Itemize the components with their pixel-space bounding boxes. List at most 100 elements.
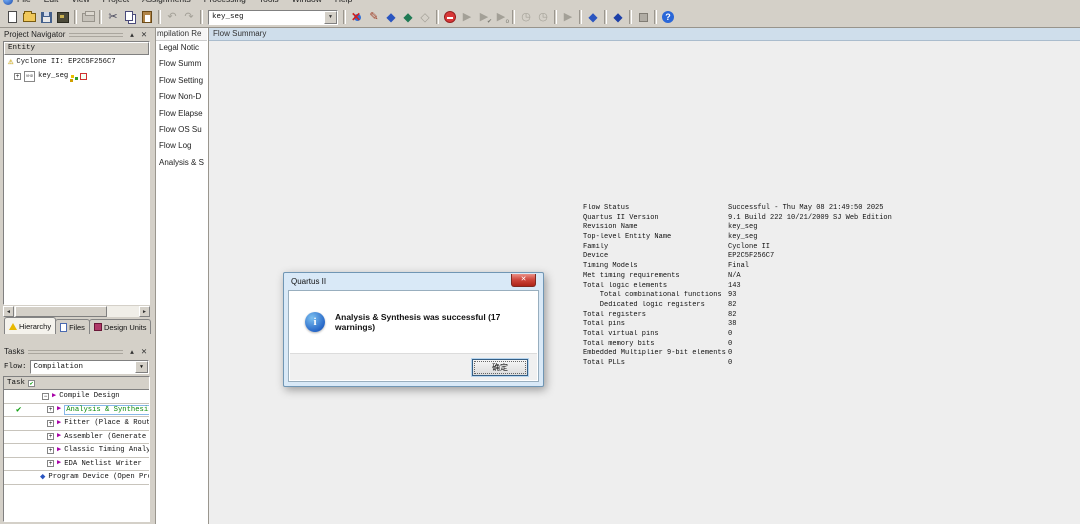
rerun-button[interactable]: ▶ [560,9,576,25]
help-button[interactable]: ? [660,9,676,25]
report-section-item[interactable]: Flow Non-D [156,90,207,106]
copy-button[interactable] [122,9,138,25]
panel-pin-button[interactable]: ▴ [127,30,137,40]
task-filter-icon[interactable]: ✔ [28,380,35,387]
pencil-icon: ✎ [369,12,378,23]
disabled-assign-button[interactable]: ◇ [417,9,433,25]
warning-icon: ⚠ [8,57,13,67]
flow-summary-label: Total memory bits [583,340,728,350]
toolbar-separator [158,10,161,24]
report-section-item[interactable]: Analysis & S [156,156,207,172]
report-section-item[interactable]: Flow Log [156,139,207,155]
navigator-horizontal-scrollbar[interactable]: ◄ ► [3,306,150,317]
compilation-report-button[interactable]: ◆ [585,9,601,25]
menu-item[interactable]: Project [103,0,129,4]
paste-button[interactable] [139,9,155,25]
vhd-file-icon: VHD [24,71,35,82]
collapse-minus-icon[interactable]: − [42,393,49,400]
start-compilation-button[interactable]: ▶ [459,9,475,25]
expand-plus-icon[interactable]: + [47,433,54,440]
stop-processing-button[interactable] [442,9,458,25]
report-section-item[interactable]: Legal Notic [156,41,207,57]
toolbar-separator [604,10,607,24]
flow-dropdown-icon[interactable]: ▼ [135,361,148,373]
flow-summary-value: 82 [728,311,736,321]
redo-button[interactable]: ↷ [181,9,197,25]
task-row-program-device[interactable]: ◆ Program Device (Open Pro [4,471,149,485]
hierarchy-tab-icon [9,323,17,330]
task-row-compile-design[interactable]: − ▶ Compile Design [4,390,149,404]
flow-summary-table: Flow Status Successful - Thu May 08 21:4… [583,204,892,369]
timing-run-button[interactable]: ◷ [518,9,534,25]
timing-analyzer-assign-button[interactable]: ◆ [400,9,416,25]
expand-plus-icon[interactable]: + [14,73,21,80]
combobox-dropdown-icon[interactable]: ▼ [324,11,337,24]
panel-pin-button[interactable]: ▴ [127,347,137,357]
task-table: Task ✔ − ▶ Compile Design ✔ + ▶ Analysis… [3,376,150,522]
flow-summary-row: Met timing requirements N/A [583,272,892,282]
menu-item[interactable]: Processing [204,0,246,4]
report-section-item[interactable]: Flow Elapse [156,107,207,123]
cut-icon: ✂ [108,12,117,23]
menu-item[interactable]: Help [335,0,352,4]
play-sub-overlay: o [506,19,509,25]
pin-planner-button[interactable]: ◆ [383,9,399,25]
flow-summary-value: Successful - Thu May 08 21:49:50 2025 [728,204,883,214]
task-play-icon: ▶ [57,406,61,413]
menu-item[interactable]: Window [292,0,322,4]
task-row-assembler[interactable]: + ▶ Assembler (Generate p [4,431,149,445]
start-analysis-button[interactable]: ▶✔ [476,9,492,25]
report-section-list: Legal NoticFlow SummFlow SettingFlow Non… [156,41,207,172]
menu-item[interactable]: File [17,0,31,4]
scroll-left-icon[interactable]: ◄ [3,306,14,317]
tab-design-units[interactable]: Design Units [89,319,152,334]
cut-button[interactable]: ✂ [105,9,121,25]
print-button[interactable] [80,9,96,25]
timing-settings-button[interactable]: ◷ [535,9,551,25]
task-row-analysis-synthesis[interactable]: ✔ + ▶ Analysis & Synthesis [4,404,149,418]
menu-item[interactable]: View [71,0,89,4]
tab-hierarchy[interactable]: Hierarchy [4,317,56,334]
menu-item[interactable]: Edit [44,0,59,4]
programmer-button[interactable]: ◆ [610,9,626,25]
menu-item[interactable]: Tools [259,0,279,4]
expand-plus-icon[interactable]: + [47,447,54,454]
settings-button[interactable]: ✕ [349,9,365,25]
panel-close-button[interactable]: ✕ [139,347,149,357]
flow-summary-label: Total logic elements [583,282,728,292]
entity-tree-row[interactable]: + VHD key_seg [4,69,149,83]
expand-plus-icon[interactable]: + [47,460,54,467]
tab-files[interactable]: Files [55,319,90,334]
start-module-button[interactable]: ▶o [493,9,509,25]
help-icon: ? [662,11,674,23]
report-section-item[interactable]: Flow Summ [156,57,207,73]
open-file-button[interactable] [21,9,37,25]
ok-button[interactable]: 确定 [472,359,528,376]
flow-summary-label: Total combinational functions [583,291,728,301]
task-row-classic-timing[interactable]: + ▶ Classic Timing Analys [4,444,149,458]
chip-editor-button[interactable] [635,9,651,25]
flow-combobox[interactable]: Compilation ▼ [30,360,149,374]
project-navigator-title: Project Navigator [4,30,65,39]
menu-item[interactable]: Assignments [142,0,191,4]
expand-plus-icon[interactable]: + [47,420,54,427]
new-project-button[interactable] [55,9,71,25]
panel-close-button[interactable]: ✕ [139,30,149,40]
task-row-fitter[interactable]: + ▶ Fitter (Place & Route [4,417,149,431]
assignment-editor-button[interactable]: ✎ [366,9,382,25]
flow-summary-row: Device EP2C5F256C7 [583,252,892,262]
scroll-right-icon[interactable]: ► [139,306,150,317]
undo-button[interactable]: ↶ [164,9,180,25]
flow-summary-label: Total pins [583,320,728,330]
save-button[interactable] [38,9,54,25]
task-row-eda-netlist[interactable]: + ▶ EDA Netlist Writer [4,458,149,472]
report-section-item[interactable]: Flow OS Su [156,123,207,139]
new-file-button[interactable] [4,9,20,25]
device-tree-row[interactable]: ⚠ Cyclone II: EP2C5F256C7 [4,55,149,69]
revision-combobox[interactable]: key_seg ▼ [208,10,338,25]
expand-plus-icon[interactable]: + [47,406,54,413]
report-section-item[interactable]: Flow Setting [156,74,207,90]
scrollbar-thumb[interactable] [15,306,107,317]
settings-x-overlay: ✕ [351,10,361,24]
dialog-close-button[interactable]: ✕ [511,274,536,287]
